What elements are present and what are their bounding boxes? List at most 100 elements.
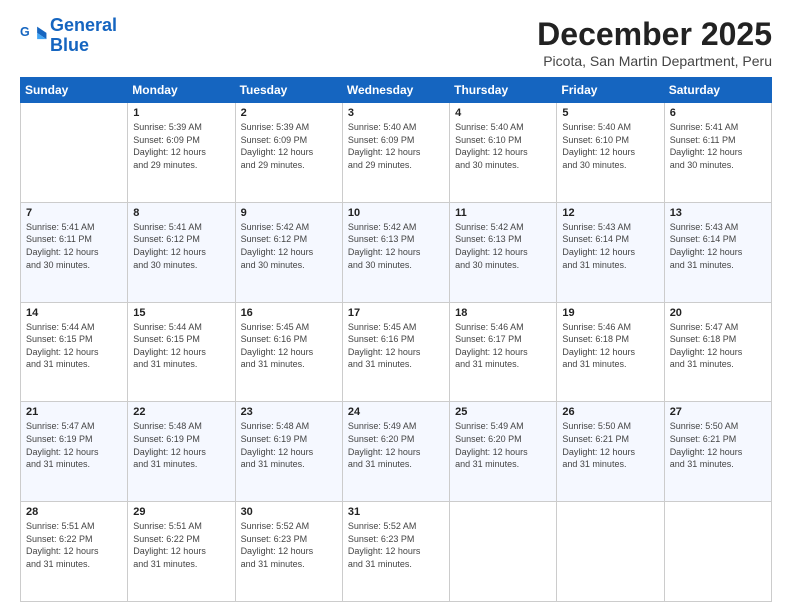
calendar-cell: 24 Sunrise: 5:49 AM Sunset: 6:20 PM Dayli…: [342, 402, 449, 502]
calendar-cell: 31 Sunrise: 5:52 AM Sunset: 6:23 PM Dayli…: [342, 502, 449, 602]
day-info: Sunrise: 5:39 AM Sunset: 6:09 PM Dayligh…: [241, 121, 337, 171]
calendar-cell: 29 Sunrise: 5:51 AM Sunset: 6:22 PM Dayli…: [128, 502, 235, 602]
day-number: 29: [133, 506, 229, 518]
col-saturday: Saturday: [664, 78, 771, 103]
calendar-cell: 26Sunrise: 5:50 AM Sunset: 6:21 PM Dayli…: [557, 402, 664, 502]
calendar-cell: 16 Sunrise: 5:45 AM Sunset: 6:16 PM Dayli…: [235, 302, 342, 402]
day-info: Sunrise: 5:41 AM Sunset: 6:11 PM Dayligh…: [670, 121, 766, 171]
day-info: Sunrise: 5:52 AM Sunset: 6:23 PM Dayligh…: [241, 520, 337, 570]
day-info: Sunrise: 5:40 AM Sunset: 6:09 PM Dayligh…: [348, 121, 444, 171]
calendar-cell: 17 Sunrise: 5:45 AM Sunset: 6:16 PM Dayli…: [342, 302, 449, 402]
day-number: 6: [670, 107, 766, 119]
day-info: Sunrise: 5:51 AM Sunset: 6:22 PM Dayligh…: [133, 520, 229, 570]
title-block: December 2025 Picota, San Martin Departm…: [537, 16, 772, 69]
col-sunday: Sunday: [21, 78, 128, 103]
calendar-cell: 30 Sunrise: 5:52 AM Sunset: 6:23 PM Dayli…: [235, 502, 342, 602]
calendar-cell: 19 Sunrise: 5:46 AM Sunset: 6:18 PM Dayli…: [557, 302, 664, 402]
day-info: Sunrise: 5:41 AM Sunset: 6:11 PM Dayligh…: [26, 221, 122, 271]
day-number: 22: [133, 406, 229, 418]
calendar-cell: 13Sunrise: 5:43 AM Sunset: 6:14 PM Dayli…: [664, 202, 771, 302]
day-info: Sunrise: 5:47 AM Sunset: 6:19 PM Dayligh…: [26, 420, 122, 470]
day-info: Sunrise: 5:44 AM Sunset: 6:15 PM Dayligh…: [26, 321, 122, 371]
day-info: Sunrise: 5:42 AM Sunset: 6:12 PM Dayligh…: [241, 221, 337, 271]
calendar-week-4: 21 Sunrise: 5:47 AM Sunset: 6:19 PM Dayli…: [21, 402, 772, 502]
day-number: 9: [241, 207, 337, 219]
main-title: December 2025: [537, 16, 772, 53]
col-monday: Monday: [128, 78, 235, 103]
logo-line2: Blue: [50, 35, 89, 55]
calendar-cell: 8Sunrise: 5:41 AM Sunset: 6:12 PM Daylig…: [128, 202, 235, 302]
calendar-cell: 25 Sunrise: 5:49 AM Sunset: 6:20 PM Dayli…: [450, 402, 557, 502]
day-number: 16: [241, 307, 337, 319]
logo: G General Blue: [20, 16, 117, 56]
calendar-cell: 3 Sunrise: 5:40 AM Sunset: 6:09 PM Daylig…: [342, 103, 449, 203]
day-info: Sunrise: 5:49 AM Sunset: 6:20 PM Dayligh…: [348, 420, 444, 470]
day-number: 2: [241, 107, 337, 119]
calendar-cell: 5Sunrise: 5:40 AM Sunset: 6:10 PM Daylig…: [557, 103, 664, 203]
day-number: 5: [562, 107, 658, 119]
day-number: 31: [348, 506, 444, 518]
day-number: 10: [348, 207, 444, 219]
day-info: Sunrise: 5:50 AM Sunset: 6:21 PM Dayligh…: [562, 420, 658, 470]
logo-icon: G: [20, 22, 48, 50]
day-number: 7: [26, 207, 122, 219]
col-thursday: Thursday: [450, 78, 557, 103]
day-number: 1: [133, 107, 229, 119]
calendar-cell: 11Sunrise: 5:42 AM Sunset: 6:13 PM Dayli…: [450, 202, 557, 302]
calendar-cell: 18Sunrise: 5:46 AM Sunset: 6:17 PM Dayli…: [450, 302, 557, 402]
day-number: 23: [241, 406, 337, 418]
day-number: 28: [26, 506, 122, 518]
day-info: Sunrise: 5:50 AM Sunset: 6:21 PM Dayligh…: [670, 420, 766, 470]
day-number: 19: [562, 307, 658, 319]
day-info: Sunrise: 5:47 AM Sunset: 6:18 PM Dayligh…: [670, 321, 766, 371]
calendar-cell: [450, 502, 557, 602]
day-number: 24: [348, 406, 444, 418]
day-info: Sunrise: 5:42 AM Sunset: 6:13 PM Dayligh…: [348, 221, 444, 271]
day-number: 12: [562, 207, 658, 219]
day-number: 3: [348, 107, 444, 119]
day-info: Sunrise: 5:39 AM Sunset: 6:09 PM Dayligh…: [133, 121, 229, 171]
day-number: 27: [670, 406, 766, 418]
calendar-cell: 14 Sunrise: 5:44 AM Sunset: 6:15 PM Dayli…: [21, 302, 128, 402]
calendar-cell: 27 Sunrise: 5:50 AM Sunset: 6:21 PM Dayli…: [664, 402, 771, 502]
calendar-cell: 15Sunrise: 5:44 AM Sunset: 6:15 PM Dayli…: [128, 302, 235, 402]
calendar-cell: [21, 103, 128, 203]
day-info: Sunrise: 5:43 AM Sunset: 6:14 PM Dayligh…: [670, 221, 766, 271]
day-info: Sunrise: 5:45 AM Sunset: 6:16 PM Dayligh…: [241, 321, 337, 371]
calendar-cell: 10 Sunrise: 5:42 AM Sunset: 6:13 PM Dayli…: [342, 202, 449, 302]
calendar-week-3: 14 Sunrise: 5:44 AM Sunset: 6:15 PM Dayli…: [21, 302, 772, 402]
day-info: Sunrise: 5:42 AM Sunset: 6:13 PM Dayligh…: [455, 221, 551, 271]
col-tuesday: Tuesday: [235, 78, 342, 103]
calendar-week-1: 1 Sunrise: 5:39 AM Sunset: 6:09 PM Daylig…: [21, 103, 772, 203]
calendar-cell: 12 Sunrise: 5:43 AM Sunset: 6:14 PM Dayli…: [557, 202, 664, 302]
day-info: Sunrise: 5:46 AM Sunset: 6:18 PM Dayligh…: [562, 321, 658, 371]
calendar-cell: 28Sunrise: 5:51 AM Sunset: 6:22 PM Dayli…: [21, 502, 128, 602]
day-info: Sunrise: 5:52 AM Sunset: 6:23 PM Dayligh…: [348, 520, 444, 570]
day-info: Sunrise: 5:45 AM Sunset: 6:16 PM Dayligh…: [348, 321, 444, 371]
day-info: Sunrise: 5:49 AM Sunset: 6:20 PM Dayligh…: [455, 420, 551, 470]
calendar-cell: 6 Sunrise: 5:41 AM Sunset: 6:11 PM Daylig…: [664, 103, 771, 203]
day-number: 30: [241, 506, 337, 518]
calendar-week-5: 28 Sunrise: 5:51 AM Sunset: 6:22 PM Dayli…: [21, 502, 772, 602]
calendar-cell: 1 Sunrise: 5:39 AM Sunset: 6:09 PM Daylig…: [128, 103, 235, 203]
day-number: 21: [26, 406, 122, 418]
day-number: 17: [348, 307, 444, 319]
calendar-cell: 20 Sunrise: 5:47 AM Sunset: 6:18 PM Dayli…: [664, 302, 771, 402]
subtitle: Picota, San Martin Department, Peru: [537, 53, 772, 69]
day-info: Sunrise: 5:43 AM Sunset: 6:14 PM Dayligh…: [562, 221, 658, 271]
calendar-week-2: 7 Sunrise: 5:41 AM Sunset: 6:11 PM Daylig…: [21, 202, 772, 302]
day-number: 20: [670, 307, 766, 319]
day-info: Sunrise: 5:40 AM Sunset: 6:10 PM Dayligh…: [455, 121, 551, 171]
day-number: 14: [26, 307, 122, 319]
calendar-header-row: Sunday Monday Tuesday Wednesday Thursday…: [21, 78, 772, 103]
day-number: 18: [455, 307, 551, 319]
calendar-cell: 7 Sunrise: 5:41 AM Sunset: 6:11 PM Daylig…: [21, 202, 128, 302]
day-number: 8: [133, 207, 229, 219]
calendar-cell: [557, 502, 664, 602]
logo-line1: General: [50, 15, 117, 35]
day-number: 25: [455, 406, 551, 418]
page: G General Blue December 2025 Picota, San…: [0, 0, 792, 612]
day-number: 4: [455, 107, 551, 119]
calendar-table: Sunday Monday Tuesday Wednesday Thursday…: [20, 77, 772, 602]
calendar-cell: 22Sunrise: 5:48 AM Sunset: 6:19 PM Dayli…: [128, 402, 235, 502]
